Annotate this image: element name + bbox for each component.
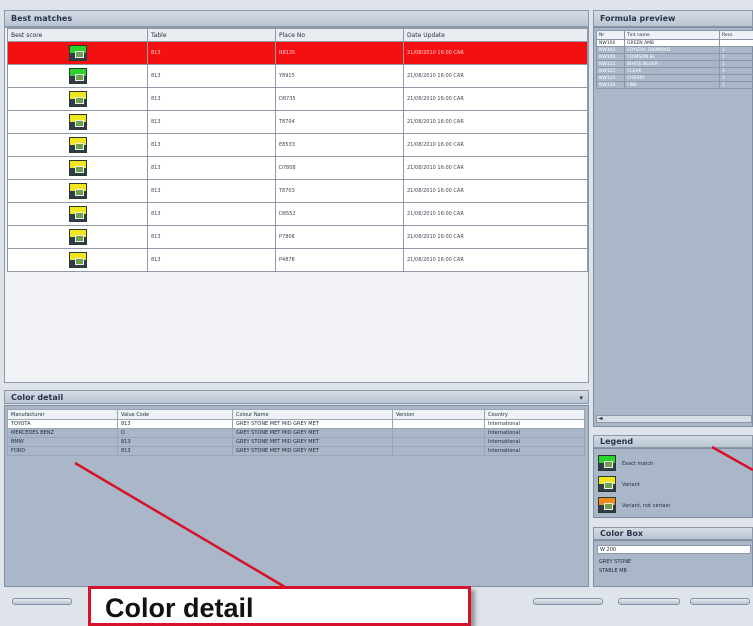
annotation-pointer-line: [712, 447, 753, 470]
callout-box: Color detail: [88, 586, 471, 626]
annotation-pointer-line: [75, 463, 290, 590]
callout-text: Color detail: [105, 593, 254, 624]
annotation-overlay: [0, 0, 753, 610]
